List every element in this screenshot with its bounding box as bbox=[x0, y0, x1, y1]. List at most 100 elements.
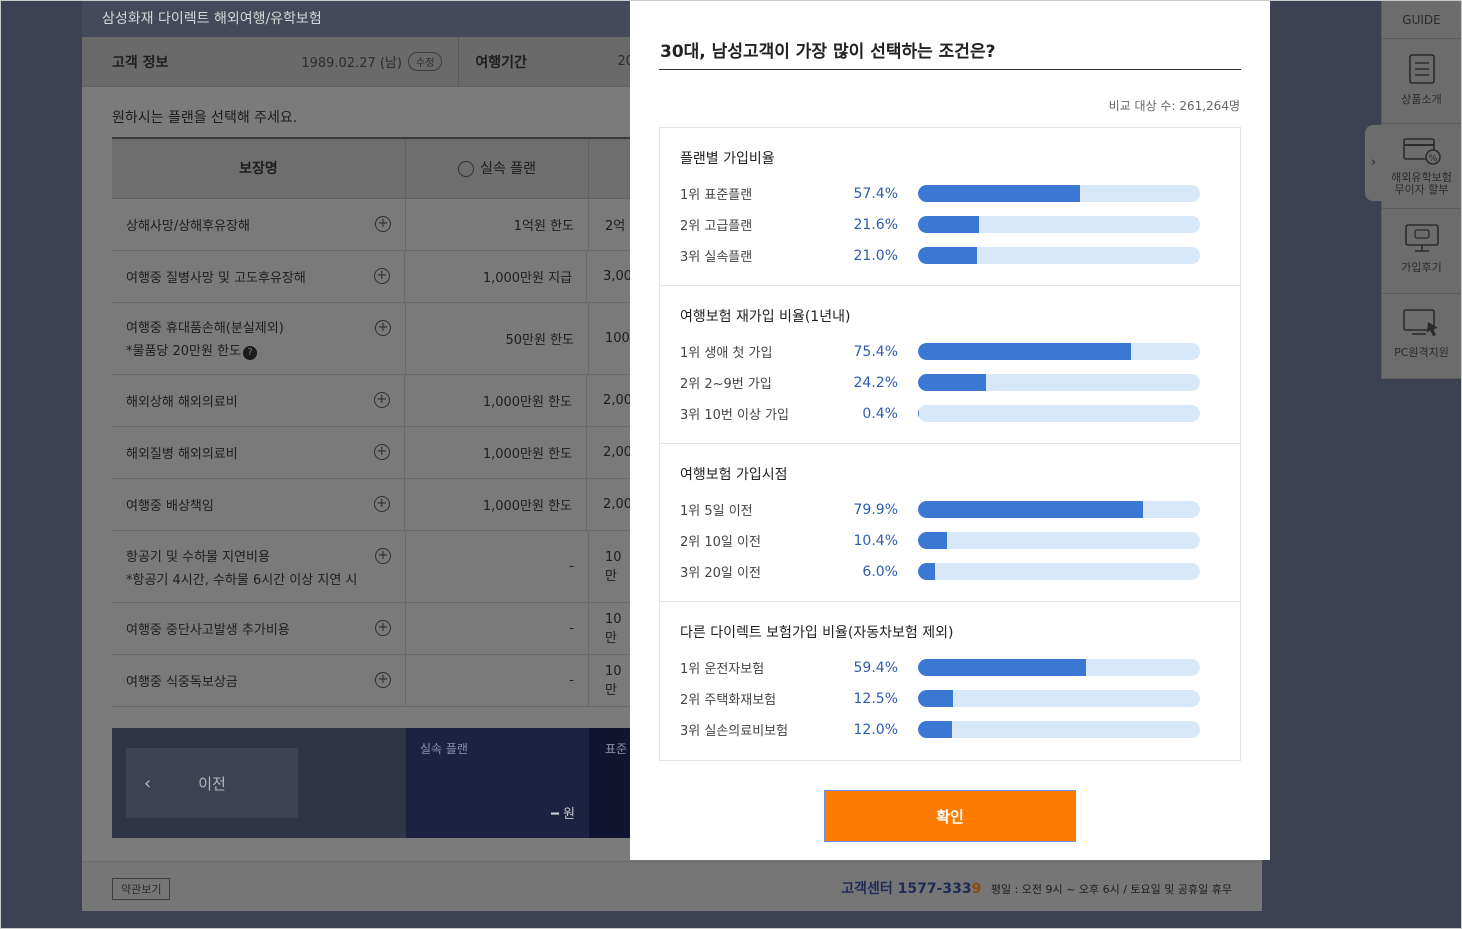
expand-plus-icon[interactable]: + bbox=[375, 672, 391, 688]
stat-label: 2위 10일 이전 bbox=[680, 535, 761, 550]
chevron-left-icon: ‹ bbox=[144, 772, 152, 794]
prev-label: 이전 bbox=[198, 774, 226, 793]
svg-text:%: % bbox=[1428, 154, 1437, 164]
stats-section-title: 다른 다이렉트 보험가입 비율(자동차보험 제외) bbox=[680, 625, 954, 641]
expand-plus-icon[interactable]: + bbox=[375, 216, 391, 232]
stat-bar-fill bbox=[918, 247, 978, 264]
guide-title: GUIDE bbox=[1382, 1, 1461, 39]
expand-plus-icon[interactable]: + bbox=[375, 548, 391, 564]
stat-bar-fill bbox=[918, 216, 979, 233]
coverage-note-text: *물품당 20만원 한도 bbox=[126, 344, 242, 359]
help-icon[interactable]: ? bbox=[243, 346, 258, 360]
bottom-bar: ‹ 이전 실속 플랜 ━ 원 표준 bbox=[112, 728, 632, 838]
stats-section-title: 여행보험 가입시점 bbox=[680, 467, 788, 483]
stats-section: 플랜별 가입비율 1위 표준플랜 57.4% 2위 고급플랜 21.6% 3위 실속플랜 2… bbox=[660, 128, 1240, 286]
plan-value-cell: 1억원 한도 bbox=[406, 199, 589, 250]
stat-label: 3위 실속플랜 bbox=[680, 250, 753, 265]
coverage-column-header: 보장명 bbox=[112, 139, 406, 198]
stat-row: 3위 10번 이상 가입 0.4% bbox=[680, 398, 1220, 429]
plan-summary-title: 실속 플랜 bbox=[420, 742, 468, 756]
document-list-icon bbox=[1408, 54, 1435, 84]
terms-button[interactable]: 약관보기 bbox=[112, 878, 171, 900]
plan-value-cell-2: 2억 bbox=[605, 219, 626, 234]
coverage-name: 상해사망/상해후유장해 bbox=[126, 219, 250, 234]
plan-summary-currency: 원 bbox=[563, 807, 575, 822]
stat-percent: 12.5% bbox=[853, 690, 898, 707]
plan-column-header[interactable]: 실속 플랜 bbox=[406, 139, 589, 198]
plan-summary-standard[interactable]: 표준 bbox=[589, 728, 632, 838]
guide-toggle-tab[interactable]: › bbox=[1365, 125, 1382, 201]
confirm-button[interactable]: 확인 bbox=[824, 790, 1076, 842]
plan-summary-title-2: 표준 bbox=[605, 742, 628, 756]
expand-plus-icon[interactable]: + bbox=[373, 268, 390, 284]
coverage-cell: 해외질병 해외의료비 + bbox=[112, 427, 405, 478]
modal-title: 30대, 남성고객이 가장 많이 선택하는 조건은? bbox=[660, 42, 996, 62]
table-row: 여행중 질병사망 및 고도후유장해 +1,000만원 지급 3,00 bbox=[112, 251, 632, 303]
stat-bar-track bbox=[918, 247, 1200, 264]
table-row: 여행중 휴대품손해(분실제외) *물품당 20만원 한도? +50만원 한도 100 bbox=[112, 303, 632, 375]
expand-plus-icon[interactable]: + bbox=[373, 496, 390, 512]
expand-plus-icon[interactable]: + bbox=[373, 392, 390, 408]
table-row: 여행중 배상책임 +1,000만원 한도 2,00 bbox=[112, 479, 632, 531]
stat-bar-fill bbox=[918, 374, 987, 391]
stats-box: 플랜별 가입비율 1위 표준플랜 57.4% 2위 고급플랜 21.6% 3위 실속플랜 2… bbox=[659, 127, 1241, 761]
coverage-cell: 여행중 휴대품손해(분실제외) *물품당 20만원 한도? + bbox=[112, 303, 406, 374]
plan-value-cell-2: 3,00 bbox=[603, 269, 632, 284]
coverage-cell: 여행중 배상책임 + bbox=[112, 479, 405, 530]
guide-item-product[interactable]: 상품소개 bbox=[1382, 39, 1461, 124]
stat-bar-fill bbox=[918, 659, 1086, 676]
monitor-cursor-icon bbox=[1402, 309, 1438, 336]
guide-item-remote[interactable]: PC원격지원 bbox=[1382, 294, 1461, 379]
customer-center-last-digit: 9 bbox=[971, 881, 982, 897]
plan-value-cell-2: 2,00 bbox=[603, 445, 632, 460]
monitor-chat-icon bbox=[1404, 224, 1439, 252]
guide-item-installment[interactable]: % 해외유학보험 무이자 할부 bbox=[1382, 124, 1461, 209]
coverage-table: 보장명 실속 플랜 상해사망/상해후유장해 +1억원 한도 2억여행중 질병사망 및… bbox=[112, 137, 632, 719]
coverage-name: 여행중 중단사고발생 추가비용 bbox=[126, 623, 290, 638]
stats-section: 여행보험 가입시점 1위 5일 이전 79.9% 2위 10일 이전 10.4% 3위 2… bbox=[660, 444, 1240, 602]
guide-item-reviews[interactable]: 가입후기 bbox=[1382, 209, 1461, 294]
stat-percent: 21.6% bbox=[853, 216, 898, 233]
prev-button[interactable]: ‹ 이전 bbox=[126, 748, 298, 818]
coverage-note-text: *항공기 4시간, 수하물 6시간 이상 지연 시 bbox=[126, 572, 358, 588]
plan-radio[interactable] bbox=[458, 161, 474, 177]
stat-label: 2위 주택화재보험 bbox=[680, 693, 777, 708]
stat-percent: 24.2% bbox=[853, 374, 898, 391]
guide-item-label: 상품소개 bbox=[1401, 93, 1442, 106]
customer-info-value: 1989.02.27 (남) bbox=[301, 56, 402, 71]
expand-plus-icon[interactable]: + bbox=[375, 320, 391, 336]
stat-percent: 75.4% bbox=[853, 343, 898, 360]
expand-plus-icon[interactable]: + bbox=[375, 620, 391, 636]
stat-row: 1위 생애 첫 가입 75.4% bbox=[680, 336, 1220, 367]
plan-summary-basic[interactable]: 실속 플랜 ━ 원 bbox=[406, 728, 589, 838]
plan-value-cell-2: 100 bbox=[605, 331, 630, 346]
plan-value-cell: 1,000만원 한도 bbox=[405, 427, 588, 478]
plan-value-cell: - bbox=[406, 603, 589, 654]
stat-row: 3위 실속플랜 21.0% bbox=[680, 240, 1220, 271]
coverage-cell: 여행중 질병사망 및 고도후유장해 + bbox=[112, 251, 405, 302]
stat-label: 3위 실손의료비보험 bbox=[680, 724, 789, 739]
stat-row: 1위 5일 이전 79.9% bbox=[680, 494, 1220, 525]
expand-plus-icon[interactable]: + bbox=[373, 444, 390, 460]
stat-row: 1위 운전자보험 59.4% bbox=[680, 652, 1220, 683]
stat-label: 1위 운전자보험 bbox=[680, 662, 765, 677]
plan-value-cell-2: 10만 bbox=[605, 611, 622, 646]
plan-value-cell: - bbox=[406, 531, 589, 602]
stat-percent: 79.9% bbox=[853, 501, 898, 518]
table-header: 보장명 실속 플랜 bbox=[112, 139, 632, 199]
coverage-name: 여행중 휴대품손해(분실제외) bbox=[126, 321, 284, 336]
guide-item-label: 가입후기 bbox=[1401, 261, 1442, 274]
footer: 약관보기 고객센터 1577-3339 평일 : 오전 9시 ~ 오후 6시 /… bbox=[82, 861, 1262, 911]
stat-row: 2위 주택화재보험 12.5% bbox=[680, 683, 1220, 714]
stat-row: 2위 10일 이전 10.4% bbox=[680, 525, 1220, 556]
plan-value-cell: - bbox=[406, 655, 589, 706]
stats-modal: 30대, 남성고객이 가장 많이 선택하는 조건은? 비교 대상 수: 261,… bbox=[630, 1, 1270, 860]
stat-bar-fill bbox=[918, 405, 920, 422]
stat-label: 1위 생애 첫 가입 bbox=[680, 346, 773, 361]
coverage-name: 해외상해 해외의료비 bbox=[126, 395, 238, 410]
table-row: 해외질병 해외의료비 +1,000만원 한도 2,00 bbox=[112, 427, 632, 479]
stat-row: 2위 고급플랜 21.6% bbox=[680, 209, 1220, 240]
stat-bar-track bbox=[918, 405, 1200, 422]
coverage-note: *물품당 20만원 한도? bbox=[126, 340, 391, 360]
edit-button[interactable]: 수정 bbox=[408, 52, 443, 71]
